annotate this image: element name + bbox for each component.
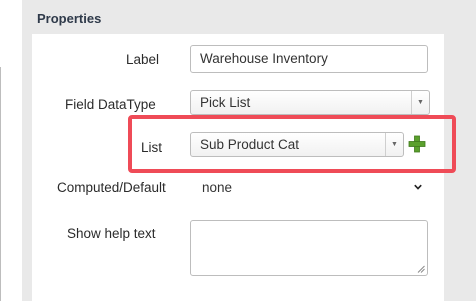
help-field-label: Show help text [67, 226, 156, 241]
computed-select-value: none [202, 180, 233, 195]
computed-select[interactable]: none [190, 174, 428, 202]
computed-field-label: Computed/Default [57, 180, 166, 195]
datatype-field-label: Field DataType [65, 97, 156, 112]
resize-grip-icon[interactable] [417, 265, 425, 273]
help-textarea[interactable] [190, 220, 428, 276]
label-field-label: Label [126, 52, 160, 67]
section-title: Properties [37, 11, 102, 26]
label-input[interactable]: Warehouse Inventory [190, 45, 428, 73]
left-edge-divider [0, 67, 1, 301]
datatype-select[interactable]: Pick List ▼ [190, 90, 430, 115]
datatype-select-value: Pick List [200, 95, 251, 110]
highlight-box [128, 115, 456, 173]
triangle-down-icon[interactable]: ▼ [411, 91, 429, 114]
chevron-down-icon[interactable] [414, 183, 422, 191]
left-edge-panel [0, 0, 22, 301]
